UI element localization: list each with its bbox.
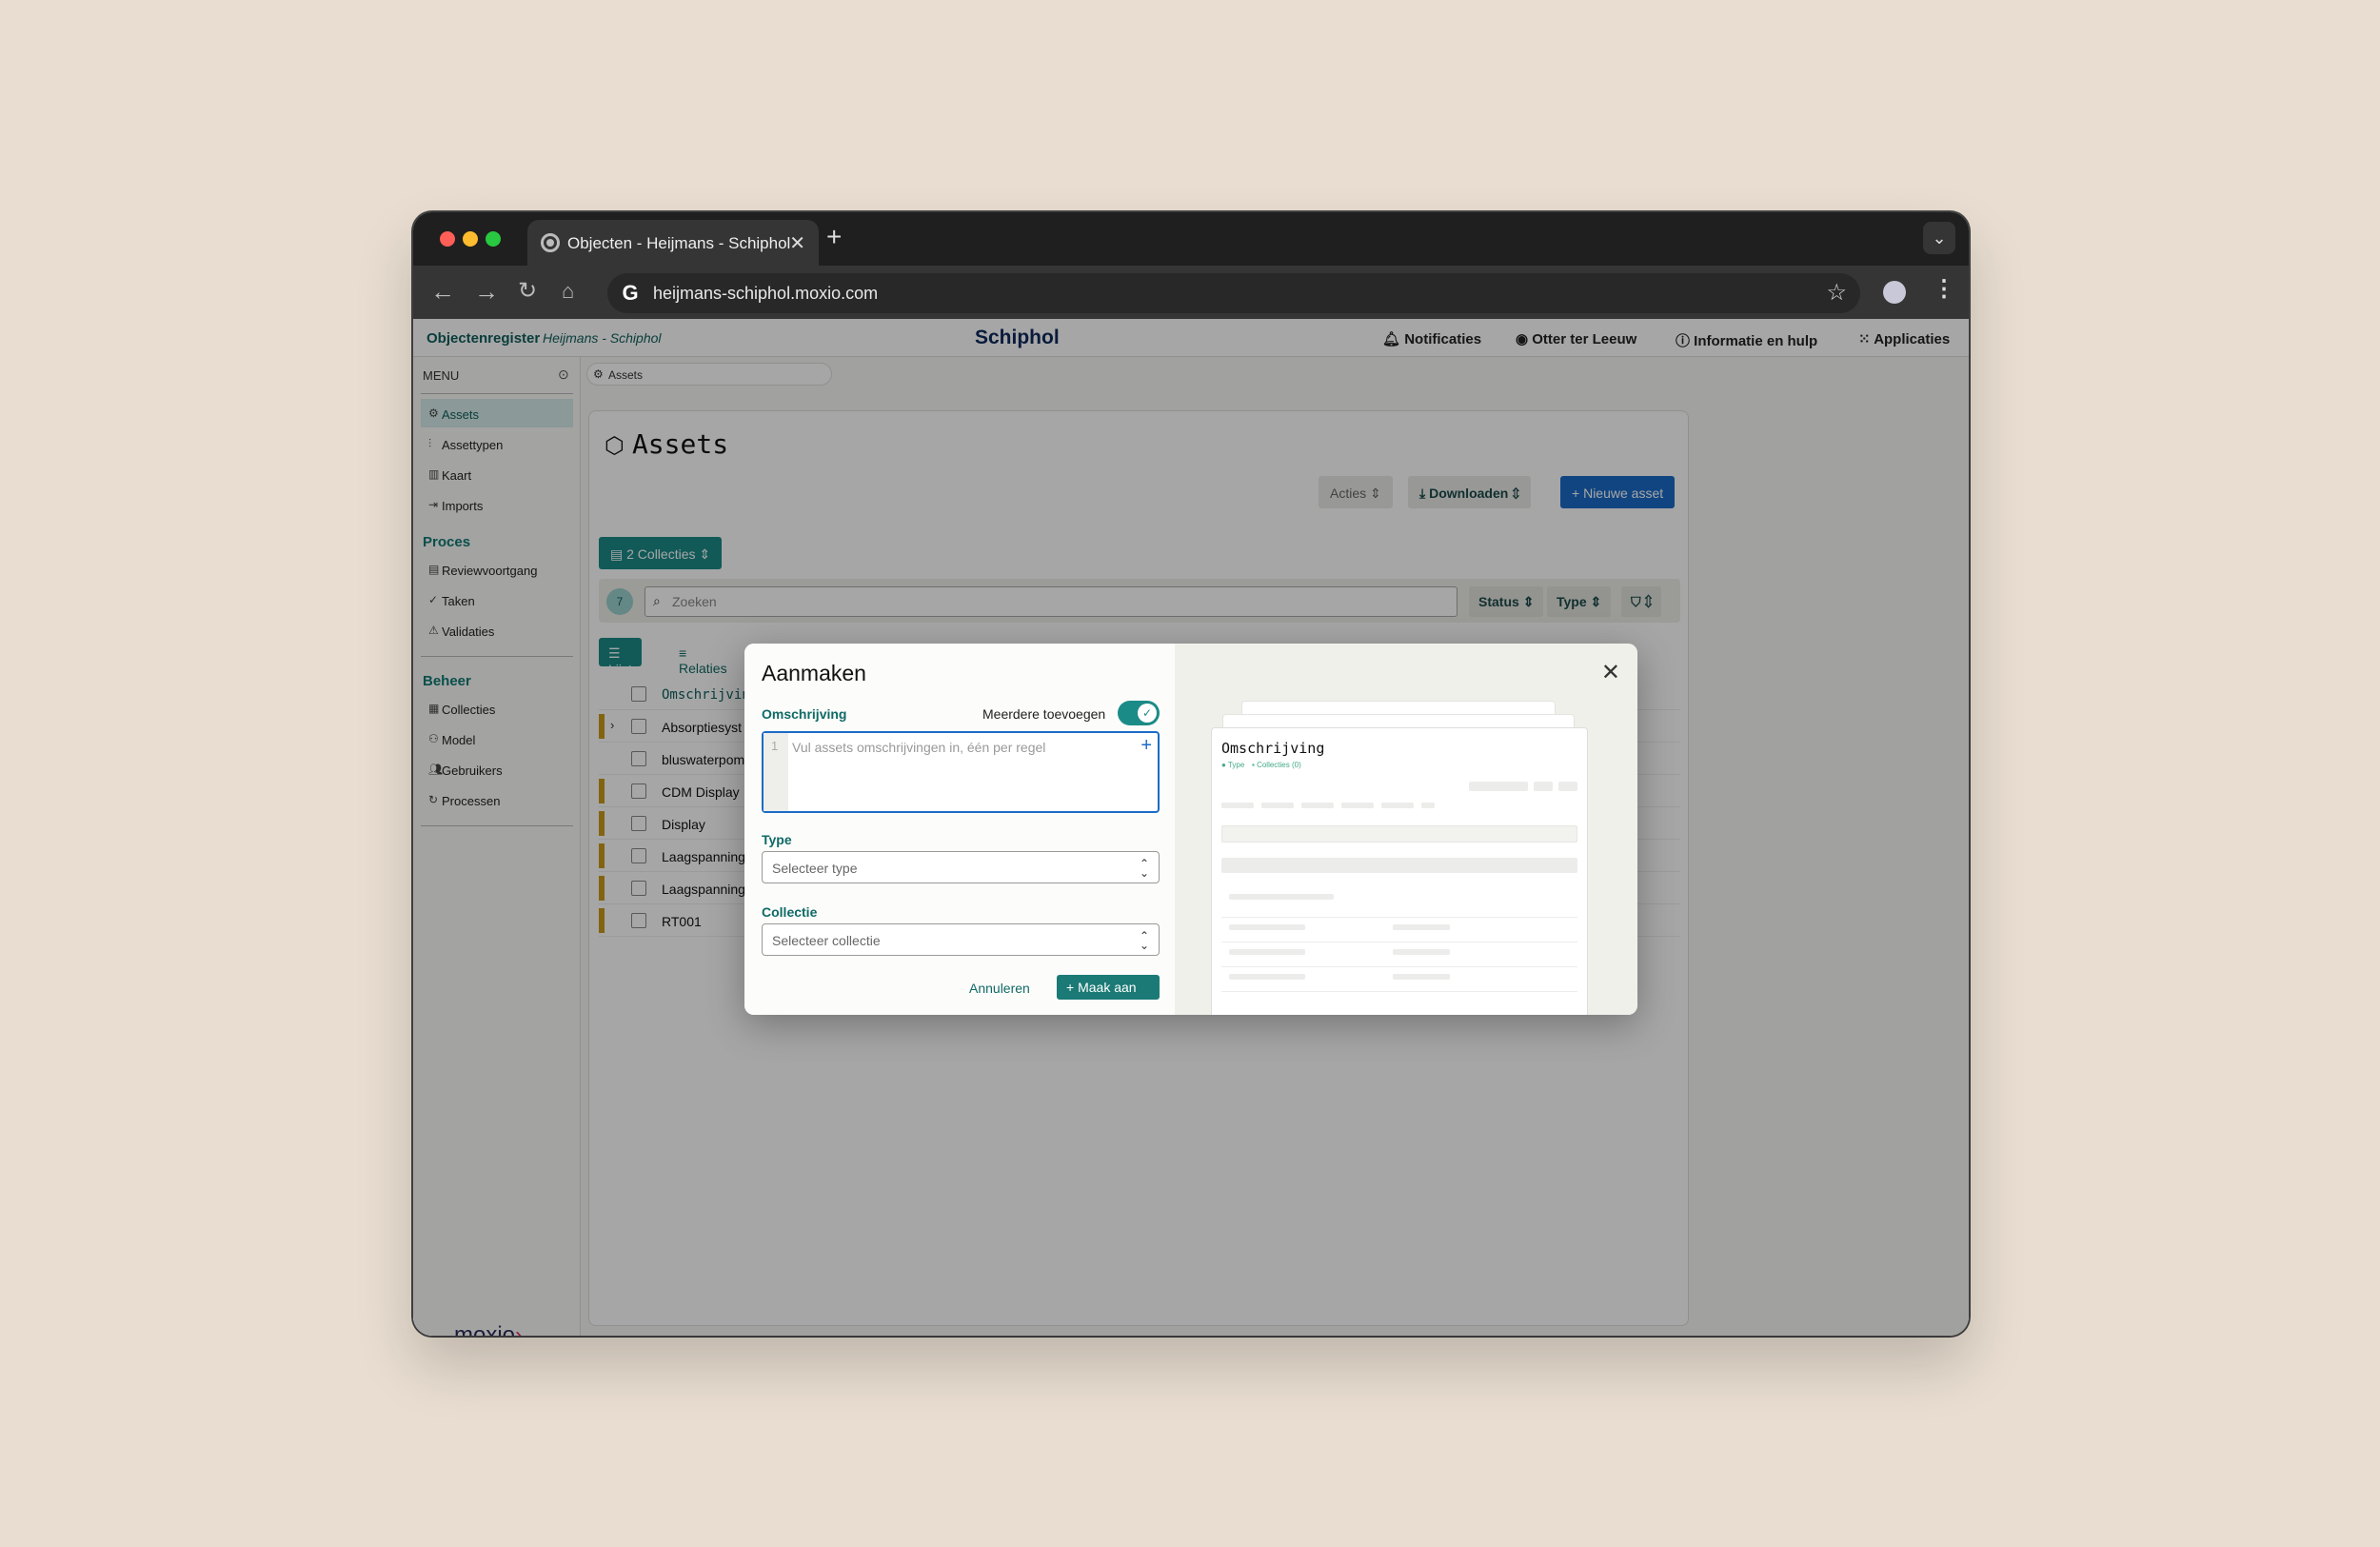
preview-placeholder [1534, 782, 1553, 791]
preview-card: Omschrijving ● Type ▪ Collecties (0) [1211, 727, 1588, 1015]
back-icon[interactable]: ← [430, 277, 455, 306]
preview-type-tag: ● Type [1221, 761, 1245, 769]
check-icon: ✓ [1138, 704, 1157, 723]
preview-pane: ✕ Omschrijving ● Type ▪ Collecties (0) [1175, 644, 1637, 1015]
bookmark-star-icon[interactable]: ☆ [1826, 279, 1847, 307]
collectie-label: Collectie [762, 904, 818, 920]
line-number: 1 [764, 733, 788, 811]
close-tab-icon[interactable]: ✕ [789, 231, 805, 255]
type-label: Type [762, 832, 792, 847]
tab-search-chevron-icon[interactable]: ⌄ [1923, 222, 1955, 254]
maximize-window-button[interactable] [486, 231, 501, 247]
tab-title: Objecten - Heijmans - Schiphol [567, 234, 791, 252]
preview-placeholder [1221, 991, 1577, 992]
new-tab-icon[interactable]: + [826, 222, 842, 252]
preview-collections-tag: ▪ Collecties (0) [1252, 761, 1301, 769]
create-button[interactable]: + Maak aan [1057, 975, 1160, 1000]
browser-tab[interactable]: Objecten - Heijmans - Schiphol ✕ [527, 220, 819, 266]
close-icon[interactable]: ✕ [1601, 659, 1620, 686]
url-text: heijmans-schiphol.moxio.com [653, 284, 879, 303]
preview-placeholder [1421, 803, 1435, 808]
preview-placeholder [1221, 858, 1577, 873]
browser-window: Objecten - Heijmans - Schiphol ✕ + ⌄ ← →… [413, 212, 1969, 1336]
preview-collections-text: Collecties (0) [1257, 761, 1301, 769]
profile-avatar[interactable] [1883, 281, 1906, 304]
collectie-placeholder: Selecteer collectie [772, 933, 881, 948]
minimize-window-button[interactable] [463, 231, 478, 247]
preview-placeholder [1558, 782, 1577, 791]
editor-placeholder: Vul assets omschrijvingen in, één per re… [792, 740, 1046, 755]
address-bar-row: ← → ↻ ⌂ G heijmans-schiphol.moxio.com ☆ … [413, 266, 1969, 319]
description-editor[interactable]: 1 Vul assets omschrijvingen in, één per … [762, 731, 1160, 813]
forward-icon[interactable]: → [474, 277, 499, 306]
preview-placeholder [1393, 949, 1450, 955]
preview-placeholder [1381, 803, 1414, 808]
preview-placeholder [1221, 917, 1577, 918]
browser-chrome: Objecten - Heijmans - Schiphol ✕ + ⌄ ← →… [413, 212, 1969, 319]
preview-placeholder [1229, 974, 1305, 980]
create-dialog: Aanmaken Omschrijving Meerdere toevoegen… [744, 644, 1637, 1015]
url-bar[interactable]: G heijmans-schiphol.moxio.com ☆ [607, 273, 1860, 313]
tab-bar: Objecten - Heijmans - Schiphol ✕ + ⌄ [413, 212, 1969, 266]
chrome-favicon-icon [541, 233, 560, 252]
preview-placeholder [1469, 782, 1528, 791]
preview-placeholder [1229, 949, 1305, 955]
preview-type-text: Type [1227, 761, 1245, 769]
updown-icon: ⌃ ⌄ [1139, 929, 1149, 952]
preview-placeholder [1393, 974, 1450, 980]
preview-placeholder [1221, 825, 1577, 843]
preview-placeholder [1229, 924, 1305, 930]
dialog-title: Aanmaken [762, 661, 866, 685]
multiple-toggle-label: Meerdere toevoegen [982, 706, 1106, 722]
preview-placeholder [1221, 803, 1254, 808]
create-form: Aanmaken Omschrijving Meerdere toevoegen… [744, 644, 1175, 1015]
type-select[interactable]: Selecteer type ⌃ ⌄ [762, 851, 1160, 883]
home-icon[interactable]: ⌂ [562, 277, 574, 306]
google-icon: G [622, 281, 639, 305]
preview-placeholder [1261, 803, 1294, 808]
close-window-button[interactable] [440, 231, 455, 247]
preview-placeholder [1393, 924, 1450, 930]
add-line-icon[interactable]: + [1140, 735, 1152, 757]
collectie-select[interactable]: Selecteer collectie ⌃ ⌄ [762, 923, 1160, 956]
cancel-button[interactable]: Annuleren [969, 981, 1030, 996]
updown-icon: ⌃ ⌄ [1139, 857, 1149, 880]
browser-menu-icon[interactable]: ⋮ [1933, 275, 1955, 303]
reload-icon[interactable]: ↻ [518, 277, 537, 306]
preview-placeholder [1221, 966, 1577, 967]
plus-icon: + [1066, 980, 1079, 995]
omschrijving-label: Omschrijving [762, 706, 847, 722]
preview-placeholder [1341, 803, 1374, 808]
preview-title: Omschrijving [1221, 740, 1325, 757]
multiple-toggle[interactable]: ✓ [1118, 701, 1160, 725]
type-placeholder: Selecteer type [772, 861, 858, 876]
preview-placeholder [1301, 803, 1334, 808]
preview-placeholder [1229, 894, 1334, 900]
create-label: Maak aan [1078, 980, 1137, 995]
